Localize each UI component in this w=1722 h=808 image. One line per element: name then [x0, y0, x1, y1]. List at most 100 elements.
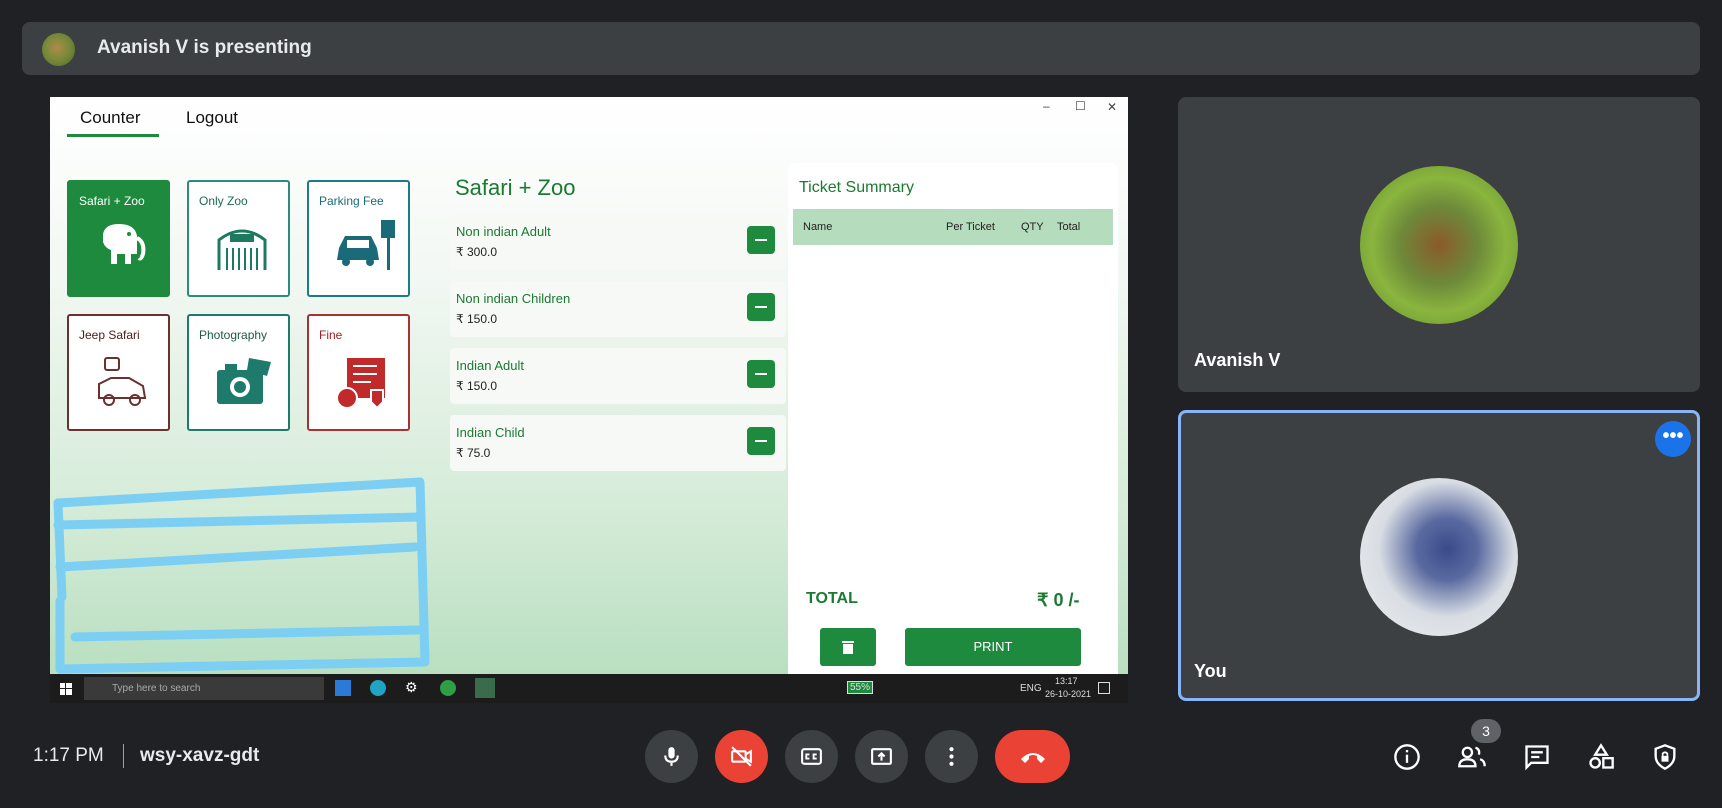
summary-title: Ticket Summary — [799, 179, 914, 196]
avatar — [1360, 166, 1518, 324]
trash-icon — [842, 641, 854, 654]
camera-off-icon — [731, 746, 752, 767]
ticket-name: Non indian Adult — [456, 224, 551, 239]
people-count-badge: 3 — [1471, 719, 1501, 743]
participant-tile-avanish[interactable]: Avanish V — [1178, 97, 1700, 392]
ticket-row[interactable]: Non indian Children ₹ 150.0 — [450, 281, 786, 337]
tab-counter[interactable]: Counter — [80, 108, 140, 128]
delete-button[interactable] — [820, 628, 876, 666]
tile-label: Jeep Safari — [79, 328, 140, 342]
ticket-price: ₹ 150.0 — [456, 379, 497, 393]
present-screen-button[interactable] — [855, 730, 908, 783]
host-controls-icon[interactable] — [1651, 743, 1679, 771]
jeep-icon — [98, 357, 147, 406]
annotation-scribble — [53, 477, 430, 674]
presenter-banner: Avanish V is presenting — [22, 22, 1700, 75]
participant-name: Avanish V — [1194, 350, 1281, 370]
col-name: Name — [803, 221, 833, 233]
divider — [123, 744, 124, 768]
maximize-button[interactable]: ☐ — [1075, 99, 1086, 113]
chrome-icon[interactable] — [440, 680, 456, 696]
tile-label: Safari + Zoo — [79, 194, 145, 208]
remove-ticket-button[interactable] — [747, 226, 775, 254]
more-options-button[interactable] — [925, 730, 978, 783]
microphone-icon — [664, 747, 679, 766]
ticket-row[interactable]: Non indian Adult ₹ 300.0 — [450, 214, 786, 270]
elephant-icon — [103, 224, 146, 264]
ticket-price: ₹ 300.0 — [456, 245, 497, 259]
participant-tile-you[interactable]: ••• You — [1178, 410, 1700, 701]
battery-indicator[interactable]: 55% — [847, 681, 874, 694]
ticket-summary-panel: Ticket Summary Name Per Ticket QTY Total… — [788, 163, 1118, 683]
meeting-code: wsy-xavz-gdt — [140, 745, 260, 766]
summary-header: Name Per Ticket QTY Total — [793, 209, 1113, 245]
taskbar-time: 13:17 — [1055, 676, 1078, 686]
meeting-clock: 1:17 PM — [33, 745, 104, 766]
tile-fine[interactable]: Fine — [307, 314, 410, 431]
leave-call-button[interactable] — [995, 730, 1070, 783]
print-button[interactable]: PRINT — [905, 628, 1081, 666]
captions-button[interactable] — [785, 730, 838, 783]
activities-icon[interactable] — [1587, 743, 1615, 771]
tile-only-zoo[interactable]: Only Zoo — [187, 180, 290, 297]
remove-ticket-button[interactable] — [747, 360, 775, 388]
taskbar-date: 26-10-2021 — [1045, 689, 1092, 699]
col-per-ticket: Per Ticket — [946, 221, 995, 233]
meeting-info-icon[interactable] — [1393, 743, 1421, 771]
col-qty: QTY — [1021, 221, 1044, 233]
col-total: Total — [1057, 221, 1081, 233]
people-icon[interactable] — [1457, 743, 1487, 771]
tab-logout[interactable]: Logout — [186, 108, 238, 128]
ticket-name: Indian Child — [456, 425, 525, 440]
avatar — [1360, 478, 1518, 636]
participant-name: You — [1194, 661, 1227, 681]
todo-icon[interactable] — [335, 680, 351, 696]
microphone-button[interactable] — [645, 730, 698, 783]
tile-safari-zoo[interactable]: Safari + Zoo — [67, 180, 170, 297]
minimize-button[interactable]: – — [1043, 99, 1050, 113]
tile-label: Photography — [199, 328, 268, 342]
shared-screen: Counter Logout – ☐ ✕ Safari + Zoo Only Z… — [50, 97, 1128, 703]
tile-photography[interactable]: Photography — [187, 314, 290, 431]
tile-jeep-safari[interactable]: Jeep Safari — [67, 314, 170, 431]
settings-icon[interactable]: ⚙ — [405, 679, 418, 696]
hang-up-icon — [1021, 753, 1045, 763]
chat-icon[interactable] — [1523, 743, 1551, 771]
ticket-row[interactable]: Indian Child ₹ 75.0 — [450, 415, 786, 471]
tile-parking-fee[interactable]: Parking Fee — [307, 180, 410, 297]
active-tab-underline — [67, 134, 159, 137]
ticket-name: Non indian Children — [456, 291, 571, 306]
ticket-price: ₹ 150.0 — [456, 312, 497, 326]
zoo-gate-icon — [217, 229, 267, 270]
tile-label: Parking Fee — [319, 194, 384, 208]
app-window-icon[interactable] — [475, 678, 495, 698]
camera-icon — [217, 358, 271, 404]
section-title: Safari + Zoo — [455, 175, 576, 200]
presenter-avatar — [42, 33, 75, 66]
remove-ticket-button[interactable] — [747, 293, 775, 321]
more-vert-icon — [949, 747, 954, 766]
windows-start-icon[interactable] — [60, 683, 72, 695]
more-options-icon[interactable]: ••• — [1655, 421, 1691, 457]
captions-icon — [801, 748, 822, 765]
close-button[interactable]: ✕ — [1107, 100, 1117, 114]
bill-icon — [336, 358, 385, 410]
notification-icon[interactable] — [1098, 682, 1110, 694]
tile-label: Only Zoo — [199, 194, 248, 208]
lang-indicator[interactable]: ENG — [1020, 683, 1042, 694]
taskbar-search[interactable]: Type here to search — [84, 677, 324, 700]
windows-taskbar: Type here to search ⚙ 55% ENG 13:17 26-1… — [50, 674, 1128, 703]
total-value: ₹ 0 /- — [1037, 590, 1080, 610]
edge-icon[interactable] — [370, 680, 386, 696]
total-label: TOTAL — [806, 590, 858, 607]
ticket-name: Indian Adult — [456, 358, 524, 373]
remove-ticket-button[interactable] — [747, 427, 775, 455]
present-icon — [871, 748, 892, 765]
tile-label: Fine — [319, 328, 343, 342]
ticket-row[interactable]: Indian Adult ₹ 150.0 — [450, 348, 786, 404]
taskbar-search-placeholder: Type here to search — [112, 683, 201, 694]
presenter-text: Avanish V is presenting — [97, 37, 312, 58]
car-parking-icon — [337, 220, 395, 270]
ticket-price: ₹ 75.0 — [456, 446, 491, 460]
camera-off-button[interactable] — [715, 730, 768, 783]
